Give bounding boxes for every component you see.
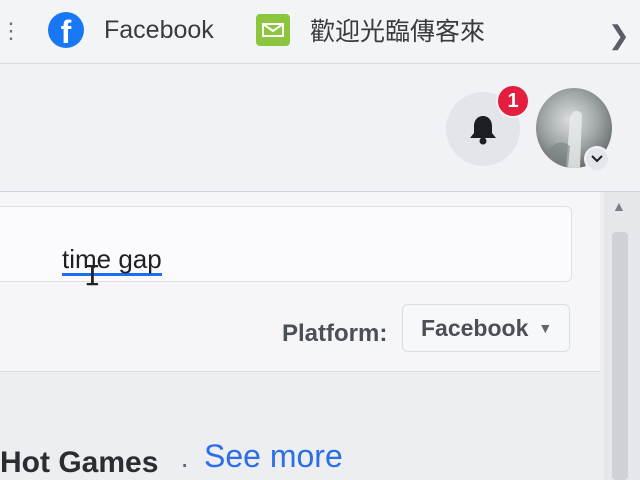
scroll-up-icon[interactable]: ▲ <box>612 198 626 214</box>
search-panel: time gap I Platform: Facebook ▼ <box>0 192 600 372</box>
scrollbar-thumb[interactable] <box>612 232 628 480</box>
caret-down-icon: ▼ <box>538 320 553 336</box>
platform-label: Platform: <box>282 320 388 347</box>
more-bookmarks-icon[interactable]: ⋮ <box>0 18 22 44</box>
see-more-link[interactable]: See more <box>204 438 343 475</box>
bookmark-label: 歡迎光臨傳客來 <box>310 18 486 46</box>
search-input-value: time gap <box>62 244 162 276</box>
platform-dropdown[interactable]: Facebook ▼ <box>402 304 570 352</box>
platform-selected-value: Facebook <box>421 314 529 341</box>
chevron-down-icon <box>591 155 603 163</box>
notification-badge: 1 <box>496 84 530 118</box>
bell-icon <box>470 116 496 145</box>
bookmark-label: Facebook <box>104 15 214 44</box>
bookmark-blog[interactable]: 歡迎光臨傳客來 <box>256 10 485 50</box>
separator-dot: · <box>180 448 190 479</box>
text-cursor-icon: I <box>84 259 101 292</box>
search-input[interactable]: time gap I <box>0 206 572 292</box>
account-menu-button[interactable] <box>584 146 610 172</box>
top-navigation: 1 <box>0 64 640 192</box>
mail-icon <box>256 14 290 46</box>
bookmarks-bar: ⋮ f Facebook 歡迎光臨傳客來 ❯ <box>0 0 640 64</box>
bookmark-facebook[interactable]: f Facebook <box>48 10 214 50</box>
section-title: Hot Games <box>0 446 159 479</box>
chevron-right-icon[interactable]: ❯ <box>608 20 630 51</box>
facebook-logo-icon: f <box>48 12 84 48</box>
